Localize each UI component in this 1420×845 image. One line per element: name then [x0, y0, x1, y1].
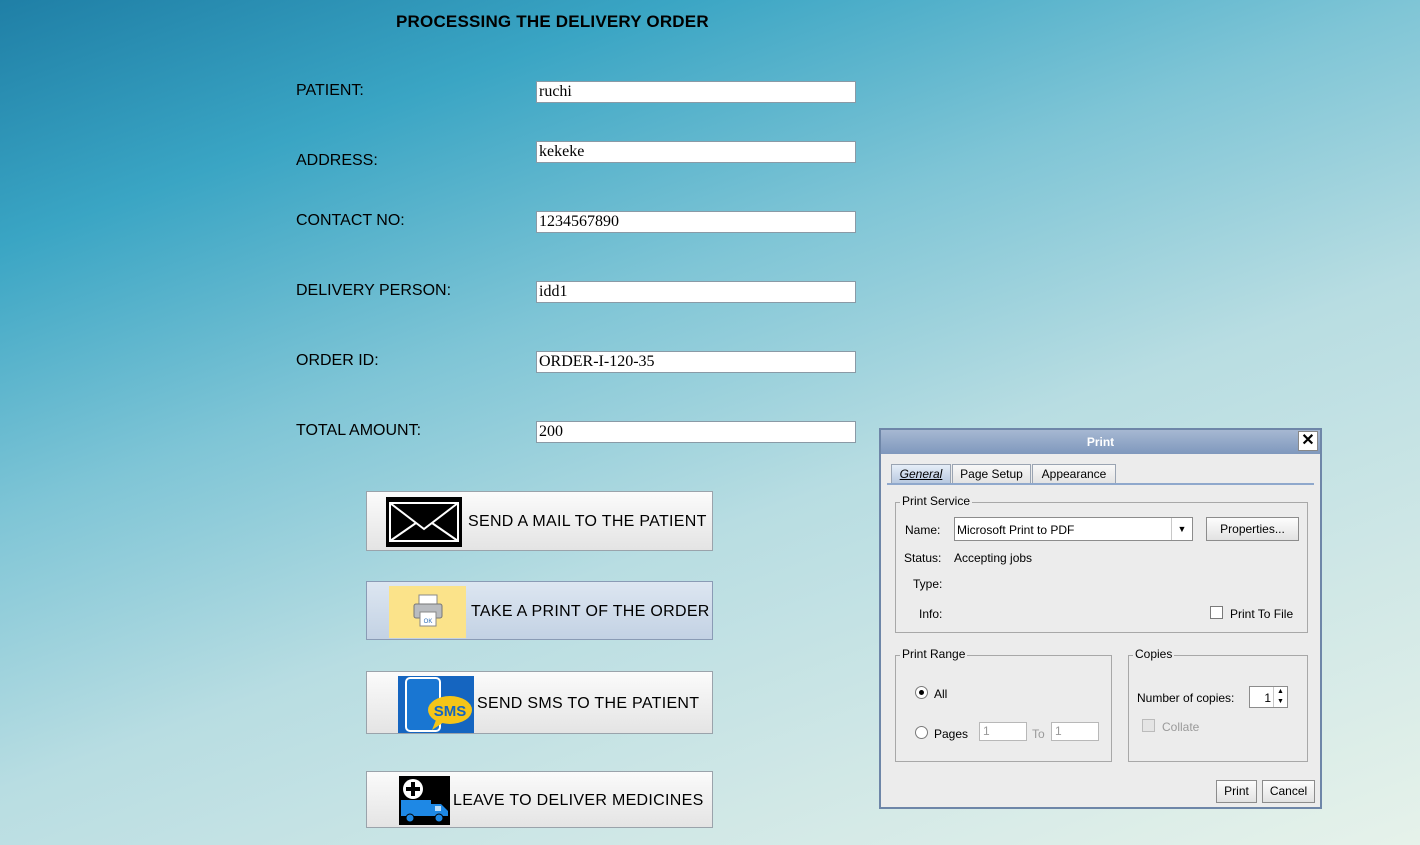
leave-deliver-label: LEAVE TO DELIVER MEDICINES — [453, 792, 704, 809]
contact-field[interactable]: 1234567890 — [536, 211, 856, 233]
patient-label: PATIENT: — [296, 82, 364, 99]
copies-spinner[interactable]: 1 ▲ ▼ — [1249, 686, 1288, 708]
pages-from-field[interactable]: 1 — [979, 722, 1027, 741]
send-mail-label: SEND A MAIL TO THE PATIENT — [468, 513, 707, 530]
send-sms-button[interactable]: SMS SEND SMS TO THE PATIENT — [366, 671, 713, 734]
properties-button[interactable]: Properties... — [1206, 517, 1299, 541]
collate-label: Collate — [1162, 720, 1200, 734]
info-label: Info: — [919, 607, 943, 621]
chevron-down-icon[interactable]: ▼ — [1171, 518, 1192, 540]
svg-text:SMS: SMS — [434, 703, 467, 720]
print-to-file-checkbox[interactable] — [1210, 606, 1223, 619]
collate-checkbox[interactable] — [1142, 719, 1155, 732]
tab-general[interactable]: General — [891, 464, 951, 483]
address-field[interactable]: kekeke — [536, 141, 856, 163]
print-service-title: Print Service — [900, 494, 973, 508]
print-dialog-titlebar[interactable]: Print ✕ — [881, 430, 1320, 454]
pages-label: Pages — [934, 727, 969, 741]
print-dialog: Print ✕ General Page Setup Appearance Pr… — [879, 428, 1322, 809]
print-service-group: Print Service Name: Microsoft Print to P… — [895, 494, 1308, 633]
printer-name-select[interactable]: Microsoft Print to PDF ▼ — [954, 517, 1193, 541]
printer-icon: OK — [389, 586, 466, 638]
contact-label: CONTACT NO: — [296, 212, 405, 229]
print-button[interactable]: Print — [1216, 780, 1257, 803]
send-mail-button[interactable]: SEND A MAIL TO THE PATIENT — [366, 491, 713, 551]
leave-deliver-button[interactable]: LEAVE TO DELIVER MEDICINES — [366, 771, 713, 828]
print-to-file-label: Print To File — [1230, 607, 1294, 621]
spinner-down-icon[interactable]: ▼ — [1273, 697, 1287, 707]
address-label: ADDRESS: — [296, 152, 378, 169]
delivery-truck-icon — [399, 776, 450, 825]
patient-field[interactable]: ruchi — [536, 81, 856, 103]
order-id-field[interactable]: ORDER-I-120-35 — [536, 351, 856, 373]
send-sms-label: SEND SMS TO THE PATIENT — [477, 695, 700, 712]
copies-title: Copies — [1133, 647, 1175, 661]
cancel-button[interactable]: Cancel — [1262, 780, 1315, 803]
print-range-title: Print Range — [900, 647, 968, 661]
envelope-icon — [386, 497, 462, 547]
print-range-group: Print Range All Pages 1 To 1 — [895, 647, 1112, 762]
order-id-label: ORDER ID: — [296, 352, 379, 369]
tab-appearance[interactable]: Appearance — [1032, 464, 1116, 483]
pages-radio[interactable] — [915, 726, 928, 739]
spinner-up-icon[interactable]: ▲ — [1273, 687, 1287, 697]
all-radio[interactable] — [915, 686, 928, 699]
delivery-person-label: DELIVERY PERSON: — [296, 282, 452, 299]
copies-group: Copies Number of copies: 1 ▲ ▼ Collate — [1128, 647, 1308, 762]
status-label: Status: — [904, 551, 942, 565]
number-of-copies-label: Number of copies: — [1137, 691, 1235, 705]
svg-text:OK: OK — [424, 619, 433, 625]
print-dialog-title: Print — [1086, 435, 1115, 449]
total-amount-field[interactable]: 200 — [536, 421, 856, 443]
total-amount-label: TOTAL AMOUNT: — [296, 422, 422, 439]
status-value: Accepting jobs — [954, 551, 1033, 565]
all-label: All — [934, 687, 948, 701]
sms-phone-icon: SMS — [398, 676, 474, 733]
take-print-label: TAKE A PRINT OF THE ORDER — [471, 603, 710, 620]
tab-divider — [887, 483, 1314, 485]
tab-page-setup[interactable]: Page Setup — [952, 464, 1031, 483]
type-label: Type: — [913, 577, 943, 591]
page-title: PROCESSING THE DELIVERY ORDER — [396, 12, 709, 31]
pages-to-field[interactable]: 1 — [1051, 722, 1099, 741]
close-icon[interactable]: ✕ — [1298, 431, 1318, 451]
name-label: Name: — [905, 523, 941, 537]
take-print-button[interactable]: OK TAKE A PRINT OF THE ORDER — [366, 581, 713, 640]
delivery-person-field[interactable]: idd1 — [536, 281, 856, 303]
to-label: To — [1032, 727, 1045, 741]
